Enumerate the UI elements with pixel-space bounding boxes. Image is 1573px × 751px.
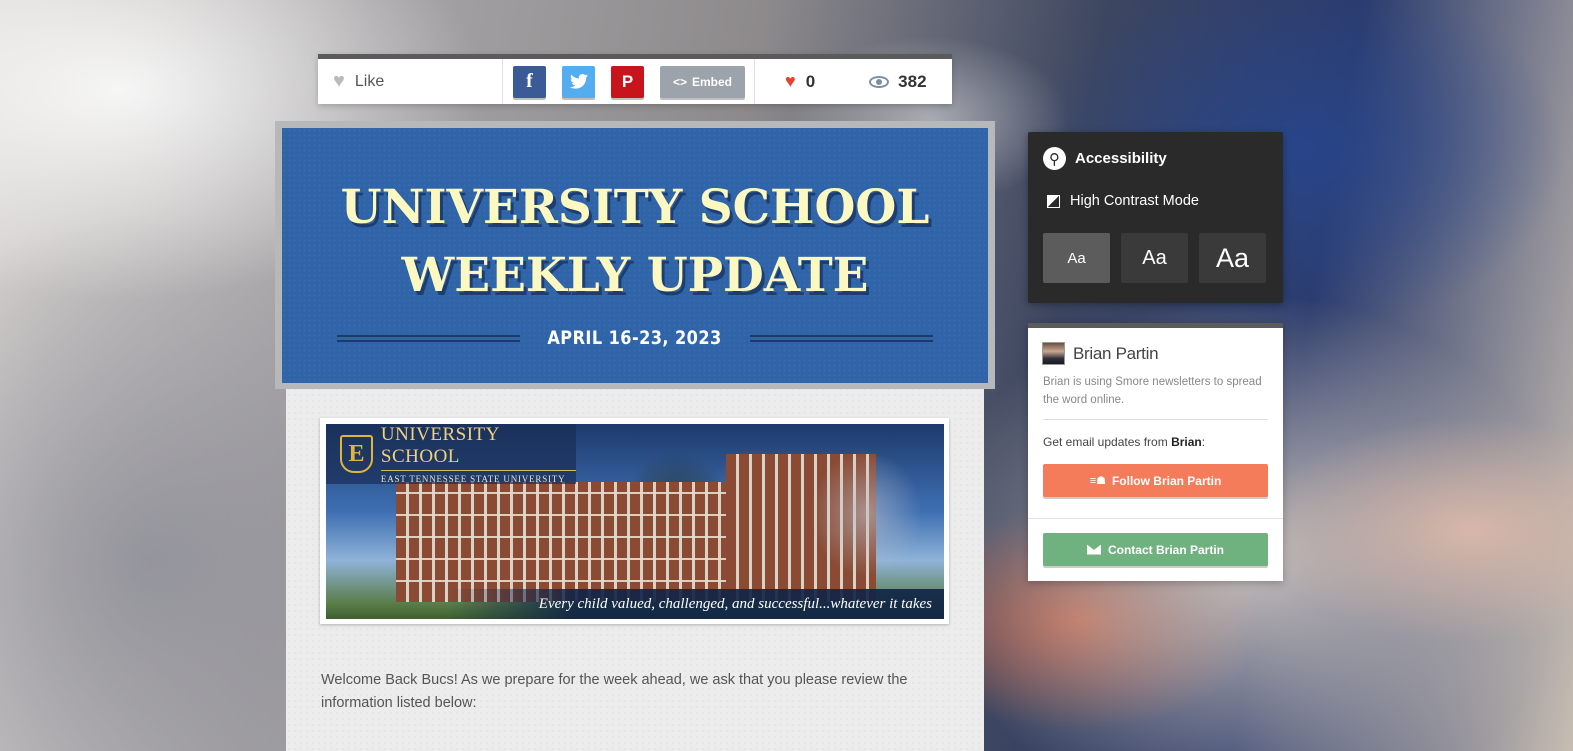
contact-button[interactable]: Contact Brian Partin — [1043, 533, 1268, 566]
school-building — [396, 482, 726, 602]
date-row: APRIL 16-23, 2023 — [337, 327, 933, 349]
updates-prefix: Get email updates from — [1043, 435, 1172, 449]
font-size-small-button[interactable]: Aa — [1043, 233, 1110, 283]
font-size-large-button[interactable]: Aa — [1199, 233, 1266, 283]
author-panel: Brian Partin Brian is using Smore newsle… — [1028, 323, 1283, 581]
right-rule — [749, 334, 933, 342]
title-line-1: UNIVERSITY SCHOOL — [340, 180, 930, 235]
separator — [1028, 518, 1283, 519]
mail-icon — [1086, 544, 1101, 555]
follow-icon: ≡☗ — [1089, 475, 1106, 487]
updates-suffix: : — [1201, 435, 1206, 449]
views-count: 382 — [898, 71, 927, 91]
heart-outline-icon: ♥ — [333, 70, 345, 92]
like-label: Like — [354, 72, 385, 90]
pinterest-icon: P — [621, 71, 634, 91]
font-size-medium-button[interactable]: Aa — [1121, 233, 1188, 283]
contact-label: Contact Brian Partin — [1107, 542, 1224, 557]
code-icon: <> — [672, 74, 687, 89]
views: 382 — [869, 71, 927, 92]
updates-name: Brian — [1171, 435, 1202, 449]
logo-sub: EAST TENNESSEE STATE UNIVERSITY — [380, 474, 566, 484]
school-banner-image: E UNIVERSITY SCHOOL EAST TENNESSEE STATE… — [326, 424, 944, 619]
facebook-icon: f — [526, 70, 533, 92]
school-logo: E UNIVERSITY SCHOOL EAST TENNESSEE STATE… — [326, 424, 576, 484]
avatar — [1042, 342, 1065, 365]
accessibility-icon: ⚲ — [1043, 147, 1066, 170]
shield-icon: E — [340, 435, 373, 473]
share-buttons: f P <> Embed — [503, 59, 755, 104]
newsletter-date: APRIL 16-23, 2023 — [547, 327, 723, 349]
follow-label: Follow Brian Partin — [1111, 473, 1222, 488]
high-contrast-toggle[interactable]: High Contrast Mode — [1047, 193, 1199, 209]
font-size-options: Aa Aa Aa — [1043, 233, 1266, 283]
twitter-icon — [569, 74, 588, 89]
follow-button[interactable]: ≡☗ Follow Brian Partin — [1043, 464, 1268, 497]
left-rule — [337, 334, 521, 342]
like-button[interactable]: ♥ Like — [318, 59, 503, 104]
high-contrast-label: High Contrast Mode — [1070, 193, 1199, 209]
embed-label: Embed — [692, 74, 733, 89]
banner-tagline: Every child valued, challenged, and succ… — [326, 589, 944, 619]
trees-right — [796, 424, 944, 599]
accessibility-panel: ⚲ Accessibility High Contrast Mode Aa Aa… — [1028, 132, 1283, 303]
title-line-2: WEEKLY UPDATE — [401, 248, 869, 303]
author-name: Brian Partin — [1073, 343, 1159, 363]
stats: ♥ 0 382 — [755, 59, 952, 104]
author-header: Brian Partin — [1042, 342, 1159, 365]
heart-icon: ♥ — [785, 71, 796, 91]
facebook-share-button[interactable]: f — [513, 65, 546, 98]
contrast-icon — [1047, 194, 1060, 208]
eye-icon — [869, 75, 890, 88]
newsletter-header: UNIVERSITY SCHOOL WEEKLY UPDATE APRIL 16… — [282, 128, 988, 383]
share-toolbar: ♥ Like f P <> Embed ♥ 0 382 — [318, 54, 952, 104]
intro-paragraph: Welcome Back Bucs! As we prepare for the… — [321, 672, 908, 711]
newsletter-title: UNIVERSITY SCHOOL WEEKLY UPDATE — [282, 174, 988, 310]
accessibility-header: ⚲ Accessibility — [1043, 147, 1167, 170]
twitter-share-button[interactable] — [562, 65, 595, 98]
logo-text: UNIVERSITY SCHOOL EAST TENNESSEE STATE U… — [380, 424, 576, 484]
divider — [1043, 419, 1268, 420]
email-updates-label: Get email updates from Brian: — [1043, 435, 1205, 449]
likes-count: 0 — [805, 71, 816, 91]
embed-button[interactable]: <> Embed — [660, 65, 745, 98]
author-description: Brian is using Smore newsletters to spre… — [1043, 376, 1262, 406]
logo-main: UNIVERSITY SCHOOL — [380, 424, 576, 471]
accessibility-title: Accessibility — [1075, 150, 1167, 167]
pinterest-share-button[interactable]: P — [611, 65, 644, 98]
